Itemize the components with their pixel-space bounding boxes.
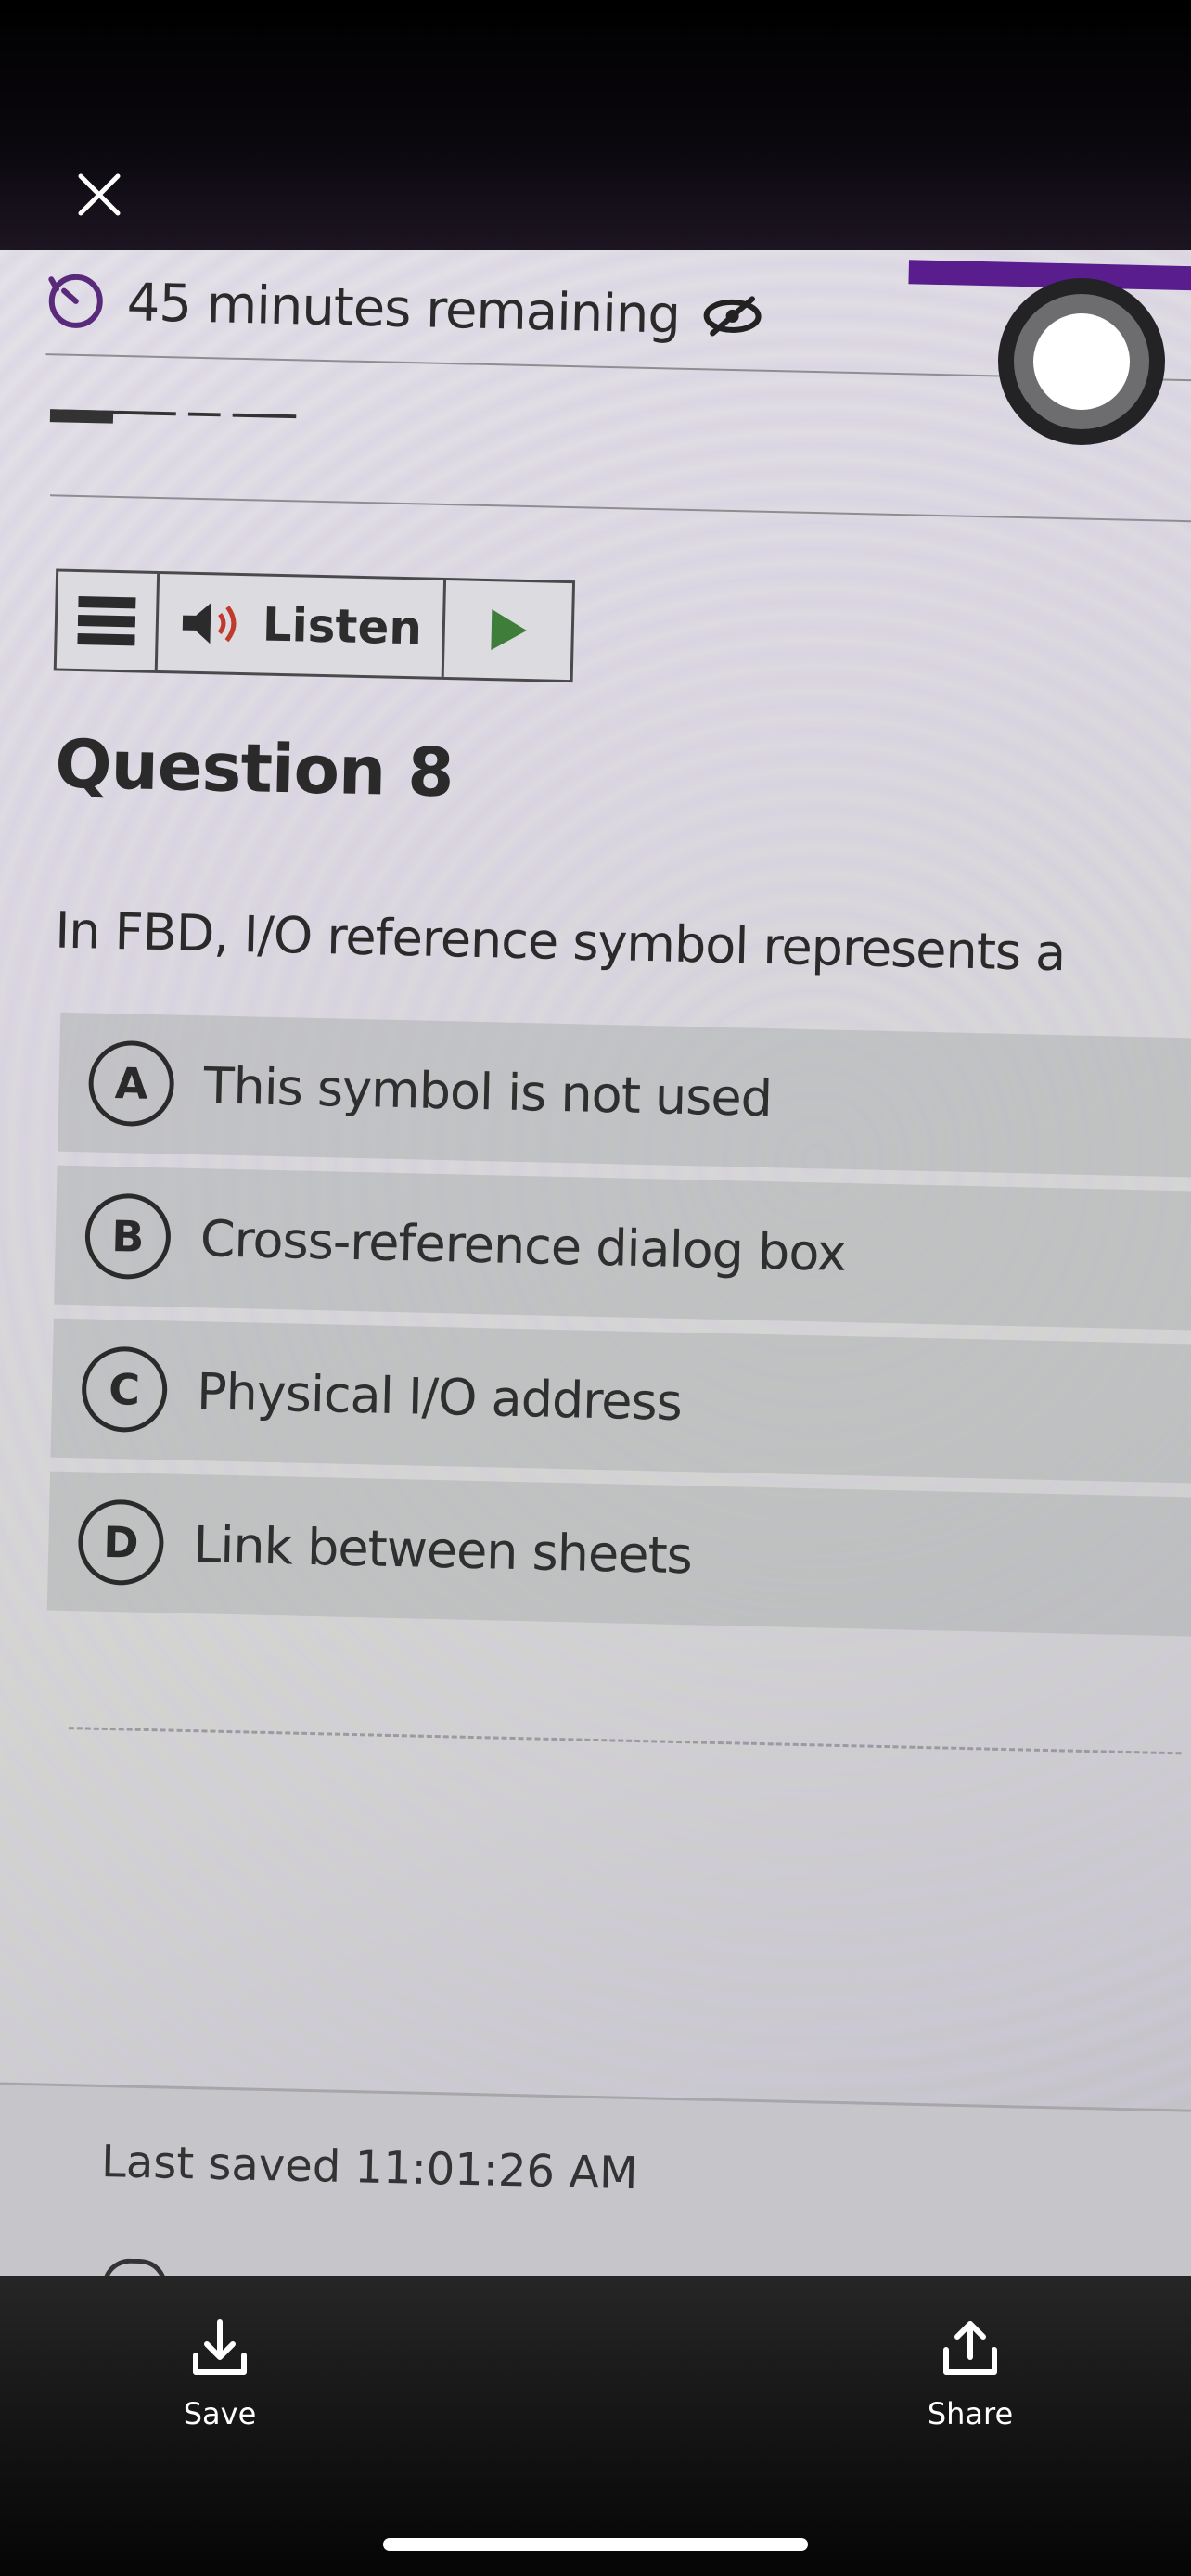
option-letter-badge: C xyxy=(81,1345,169,1434)
option-text: Link between sheets xyxy=(192,1514,693,1585)
option-letter-badge: A xyxy=(87,1039,175,1128)
play-button[interactable] xyxy=(444,580,572,680)
captured-photo: 45 minutes remaining ▀▀▀▀ ▀ ▀▀ ▀▀ Listen… xyxy=(0,250,1191,2277)
record-icon xyxy=(1014,294,1149,429)
download-icon xyxy=(193,2319,247,2375)
home-indicator[interactable] xyxy=(383,2538,808,2551)
speaker-icon xyxy=(182,603,237,644)
option-letter-badge: B xyxy=(83,1192,172,1281)
answer-option-c[interactable]: C Physical I/O address xyxy=(50,1318,1191,1485)
page-indicator-fragment: ▀▀▀▀ ▀ ▀▀ ▀▀ xyxy=(49,409,297,439)
close-icon xyxy=(78,173,121,216)
share-label: Share xyxy=(927,2396,1014,2431)
timer-icon xyxy=(48,274,103,328)
timer-row: 45 minutes remaining xyxy=(45,270,766,348)
listen-button[interactable]: Listen xyxy=(157,573,447,677)
share-button[interactable]: Share xyxy=(877,2318,1063,2431)
question-title: Question 8 xyxy=(54,724,455,812)
option-text: This symbol is not used xyxy=(202,1055,773,1128)
close-button[interactable] xyxy=(67,162,132,227)
section-divider xyxy=(68,1727,1182,1755)
answer-option-a[interactable]: A This symbol is not used xyxy=(57,1012,1191,1179)
play-icon xyxy=(491,609,527,651)
question-text: In FBD, I/O reference symbol represents … xyxy=(54,900,1067,983)
option-letter-badge: D xyxy=(77,1498,165,1587)
save-button[interactable]: Save xyxy=(127,2318,313,2431)
eye-slash-icon[interactable] xyxy=(699,292,765,340)
divider xyxy=(49,494,1191,523)
menu-button[interactable] xyxy=(56,571,160,670)
answer-option-d[interactable]: D Link between sheets xyxy=(46,1471,1191,1638)
share-icon xyxy=(943,2321,997,2375)
top-bar xyxy=(0,0,1191,255)
read-aloud-toolbar: Listen xyxy=(53,568,576,683)
timer-text: 45 minutes remaining xyxy=(126,272,681,346)
answer-option-b[interactable]: B Cross-reference dialog box xyxy=(54,1165,1191,1332)
option-text: Cross-reference dialog box xyxy=(199,1208,847,1282)
record-button[interactable] xyxy=(998,278,1165,445)
record-icon-core xyxy=(1033,313,1130,410)
listen-label: Listen xyxy=(262,597,423,656)
hamburger-menu-icon xyxy=(77,596,136,646)
option-text: Physical I/O address xyxy=(196,1361,683,1432)
save-label: Save xyxy=(183,2396,257,2431)
